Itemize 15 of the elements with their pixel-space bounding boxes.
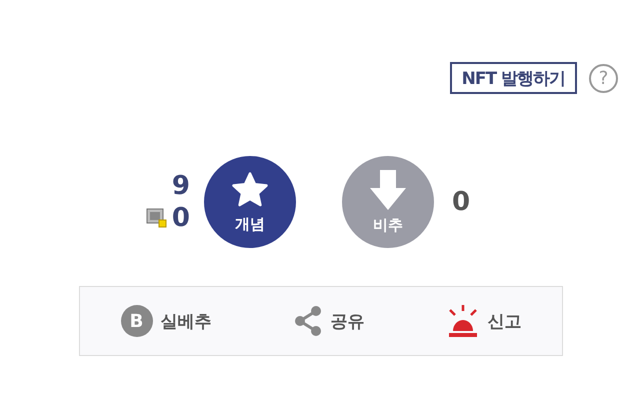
star-icon: [230, 170, 270, 208]
nft-issue-button[interactable]: NFT 발행하기: [450, 62, 577, 94]
share-button[interactable]: 공유: [288, 301, 368, 341]
upvote-button[interactable]: 개념: [204, 156, 296, 248]
downvote-count: 0: [452, 187, 470, 217]
upvote-count: 9: [172, 171, 190, 201]
fixed-count: 0: [172, 203, 190, 233]
action-label: 실베추: [160, 310, 212, 332]
report-button[interactable]: 신고: [442, 300, 526, 342]
action-label: 신고: [488, 310, 522, 332]
badge-icon: B: [120, 305, 152, 337]
badge-button[interactable]: B 실베추: [116, 301, 216, 341]
share-icon: [292, 305, 322, 337]
action-label: 공유: [330, 310, 364, 332]
arrow-down-icon: [370, 170, 406, 210]
